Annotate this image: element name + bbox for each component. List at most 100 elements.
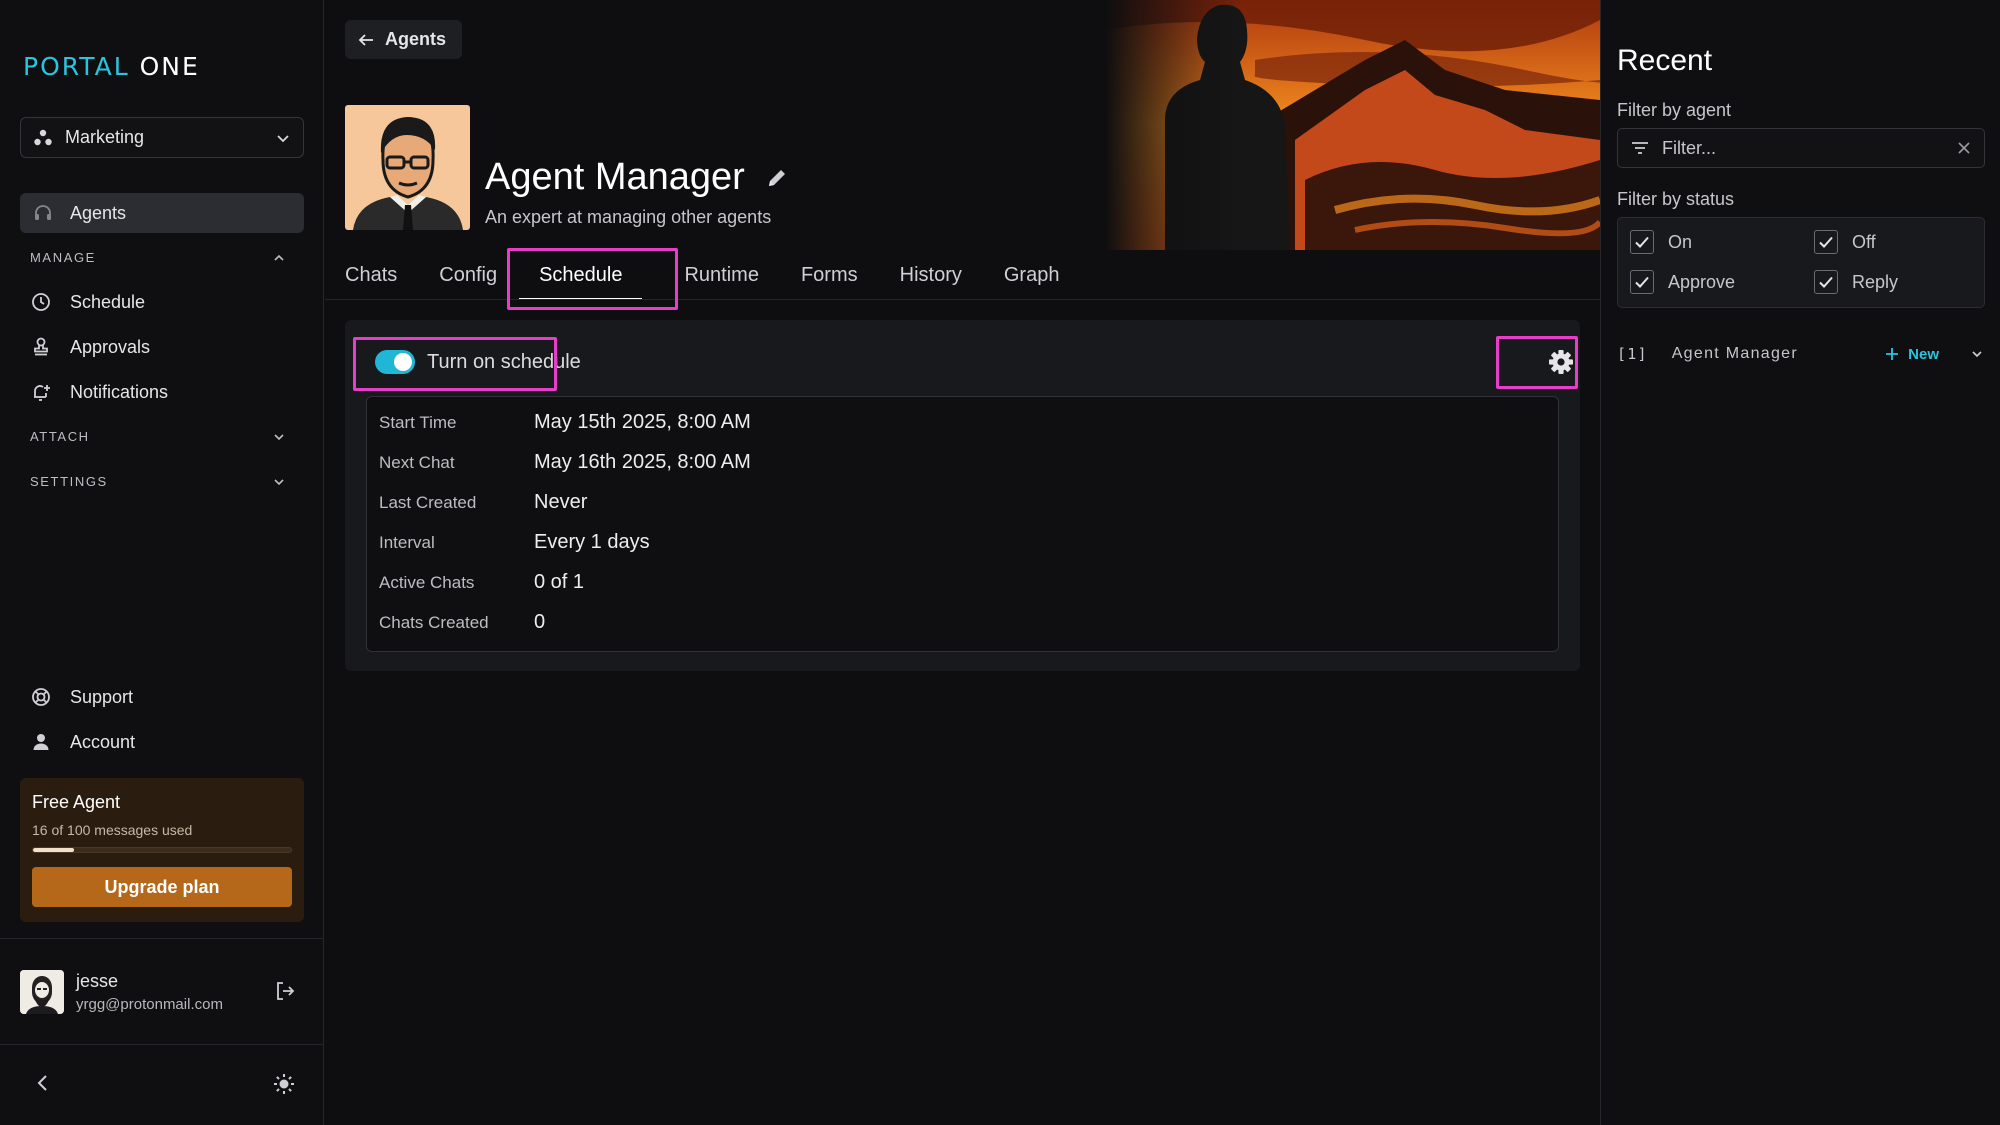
plan-usage-bar [32,847,292,853]
status-checkbox-off[interactable]: Off [1814,230,1876,254]
headset-icon [35,205,51,220]
workspace-select[interactable]: Marketing [20,117,304,158]
agent-avatar [345,105,470,230]
divider [0,938,324,939]
chevron-down-icon [274,433,284,440]
status-checkbox-on[interactable]: On [1630,230,1692,254]
back-button-label: Agents [385,29,447,49]
check-icon [1819,276,1833,288]
schedule-toggle-row[interactable]: Turn on schedule [375,350,581,374]
schedule-toggle[interactable] [375,350,415,374]
detail-value: Every 1 days [534,531,650,553]
manage-section-header[interactable]: MANAGE [30,250,286,265]
chevron-left-icon[interactable] [32,1072,54,1094]
status-checkbox-reply[interactable]: Reply [1814,270,1898,294]
pencil-icon[interactable] [765,166,789,190]
sidebar-item-approvals[interactable]: Approvals [30,336,150,358]
avatar[interactable] [20,970,64,1014]
sidebar-item-notifications[interactable]: Notifications [30,381,168,403]
attach-section-header[interactable]: ATTACH [30,429,286,444]
schedule-details: Start Time May 15th 2025, 8:00 AM Next C… [366,396,1559,652]
checkbox[interactable] [1814,230,1838,254]
schedule-panel: Turn on schedule Start Time May 15th 202… [345,320,1580,671]
checkbox-label: Reply [1852,271,1899,292]
sidebar-item-schedule[interactable]: Schedule [30,291,145,313]
detail-label: Interval [379,532,435,552]
user-profile: jesse yrgg@protonmail.com [20,968,304,1016]
tab-runtime[interactable]: Runtime [684,250,758,300]
filter-icon [1632,142,1648,154]
filter-agent-label: Filter by agent [1617,100,1732,120]
back-button[interactable]: Agents [345,20,463,59]
tab-graph[interactable]: Graph [1004,250,1060,300]
sidebar-item-support[interactable]: Support [30,686,133,708]
tab-schedule[interactable]: Schedule [519,250,643,300]
recent-agent-item[interactable]: [1] Agent Manager New [1617,342,1985,366]
detail-row-interval: Interval Every 1 days [379,531,650,554]
clock-icon [32,293,50,311]
status-checkbox-approve[interactable]: Approve [1630,270,1735,294]
logo-part-one: ONE [139,52,200,81]
checkbox[interactable] [1630,230,1654,254]
sidebar-item-agents[interactable]: Agents [20,193,304,233]
filter-agent-field[interactable] [1617,128,1985,168]
checkbox[interactable] [1630,270,1654,294]
detail-label: Chats Created [379,612,489,632]
detail-label: Start Time [379,412,457,432]
recent-item-index: [1] [1617,345,1648,363]
plan-card: Free Agent 16 of 100 messages used Upgra… [20,778,304,922]
new-chat-button[interactable]: New [1884,346,1939,363]
sun-icon[interactable] [272,1072,296,1096]
detail-value: May 15th 2025, 8:00 AM [534,411,751,433]
recent-title: Recent [1617,44,1713,77]
detail-row-active-chats: Active Chats 0 of 1 [379,571,584,594]
user-email: yrgg@protonmail.com [76,996,223,1013]
recent-item-name: Agent Manager [1671,345,1799,362]
close-icon[interactable] [1956,140,1972,156]
stamp-icon [34,337,48,356]
user-info: jesse yrgg@protonmail.com [76,971,223,1013]
detail-value: 0 [534,611,546,633]
filter-agent-input[interactable] [1662,137,1956,159]
lifebuoy-icon [32,688,50,706]
upgrade-plan-button[interactable]: Upgrade plan [32,867,292,907]
schedule-toggle-label: Turn on schedule [427,350,581,373]
user-name: jesse [76,971,119,991]
tab-config[interactable]: Config [439,250,497,300]
checkbox-label: Off [1852,231,1876,252]
attach-section-label: ATTACH [30,429,90,444]
logout-icon[interactable] [274,980,296,1002]
sidebar: PORTAL ONE Marketing Agents MANAGE Sched… [0,0,324,1125]
detail-label: Last Created [379,492,477,512]
tab-forms[interactable]: Forms [801,250,858,300]
detail-value: Never [534,491,588,513]
checkbox[interactable] [1814,270,1838,294]
agent-name: Agent Manager [485,156,745,198]
logo[interactable]: PORTAL ONE [23,52,200,81]
agent-tabs: Chats Config Schedule Runtime Forms Hist… [345,250,1101,300]
filter-status-label: Filter by status [1617,189,1735,209]
check-icon [1635,236,1649,248]
plan-usage-text: 16 of 100 messages used [32,822,193,838]
sidebar-item-label: Approvals [70,336,151,357]
tab-chats[interactable]: Chats [345,250,397,300]
agent-name-row: Agent Manager [485,156,789,199]
chevron-down-icon [274,478,284,485]
checkbox-label: On [1668,231,1693,252]
sidebar-item-label: Schedule [70,291,146,312]
arrow-left-icon [358,33,373,46]
sidebar-item-label: Notifications [70,381,169,402]
gear-icon[interactable] [1546,347,1576,377]
chevron-down-icon[interactable] [1969,346,1985,362]
detail-row-last-created: Last Created Never [379,491,587,514]
agent-description: An expert at managing other agents [485,207,772,227]
detail-label: Next Chat [379,452,455,472]
detail-row-start-time: Start Time May 15th 2025, 8:00 AM [379,411,751,434]
recent-panel: Recent Filter by agent Filter by status … [1600,0,2000,1125]
sidebar-item-account[interactable]: Account [30,731,135,753]
check-icon [1635,276,1649,288]
sidebar-item-label: Support [70,686,134,707]
tab-history[interactable]: History [900,250,962,300]
manage-section-label: MANAGE [30,250,96,265]
settings-section-header[interactable]: SETTINGS [30,474,286,489]
